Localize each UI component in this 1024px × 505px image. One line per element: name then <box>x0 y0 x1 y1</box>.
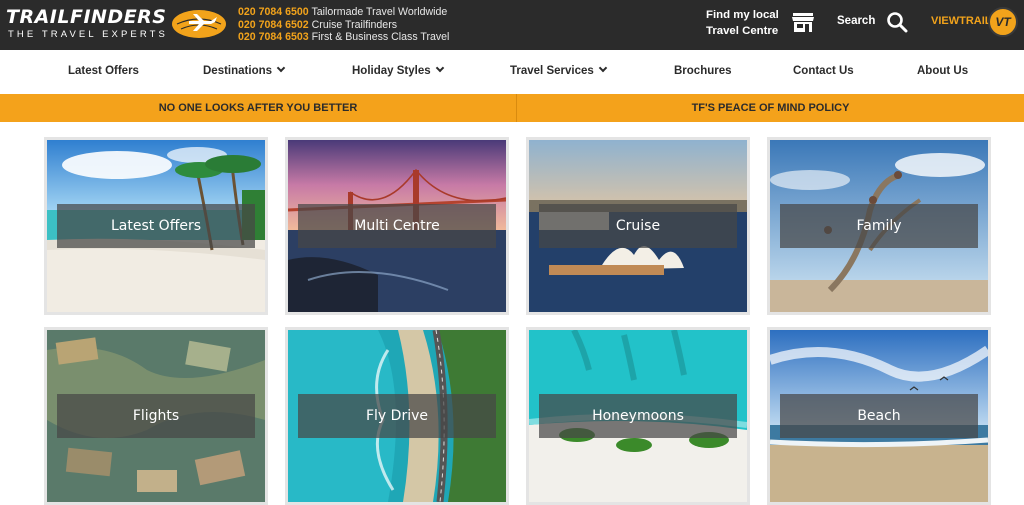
store-icon[interactable] <box>792 12 814 32</box>
nav-holiday-styles[interactable]: Holiday Styles <box>352 63 444 77</box>
tile-image: Family <box>770 140 988 312</box>
tile-multi-centre[interactable]: Multi Centre <box>285 137 509 315</box>
logo-tagline: THE TRAVEL EXPERTS <box>8 29 168 40</box>
tile-beach[interactable]: Beach <box>767 327 991 505</box>
chevron-down-icon <box>276 63 286 73</box>
tile-label: Family <box>780 204 978 248</box>
nav-contact-us[interactable]: Contact Us <box>793 65 854 77</box>
phone-list: 020 7084 6500 Tailormade Travel Worldwid… <box>238 6 449 44</box>
phone-line[interactable]: 020 7084 6503 First & Business Class Tra… <box>238 31 449 44</box>
search-icon[interactable] <box>886 11 908 33</box>
tile-image: Cruise <box>529 140 747 312</box>
top-bar: TRAILFINDERS THE TRAVEL EXPERTS 020 7084… <box>0 0 1024 50</box>
tile-image: Fly Drive <box>288 330 506 502</box>
tile-label: Beach <box>780 394 978 438</box>
trailfinders-logo[interactable]: TRAILFINDERS THE TRAVEL EXPERTS <box>6 6 226 44</box>
phone-line[interactable]: 020 7084 6500 Tailormade Travel Worldwid… <box>238 6 449 19</box>
promo-bar: NO ONE LOOKS AFTER YOU BETTER TF'S PEACE… <box>0 94 1024 122</box>
tile-image: Latest Offers <box>47 140 265 312</box>
tile-label: Flights <box>57 394 255 438</box>
nav-about-us[interactable]: About Us <box>917 65 968 77</box>
viewtrail-link[interactable]: VIEWTRAIL <box>931 15 992 27</box>
tile-label: Cruise <box>539 204 737 248</box>
chevron-down-icon <box>435 63 444 73</box>
search-label[interactable]: Search <box>837 15 875 27</box>
nav-travel-services[interactable]: Travel Services <box>510 63 608 77</box>
nav-latest-offers[interactable]: Latest Offers <box>68 65 139 77</box>
globe-plane-icon <box>172 10 226 38</box>
tile-label: Honeymoons <box>539 394 737 438</box>
phone-line[interactable]: 020 7084 6502 Cruise Trailfinders <box>238 19 449 32</box>
tile-latest-offers[interactable]: Latest Offers <box>44 137 268 315</box>
tile-label: Fly Drive <box>298 394 496 438</box>
promo-look-after-link[interactable]: NO ONE LOOKS AFTER YOU BETTER <box>0 94 516 122</box>
tile-image: Beach <box>770 330 988 502</box>
tile-family[interactable]: Family <box>767 137 991 315</box>
tile-image: Multi Centre <box>288 140 506 312</box>
tile-flights[interactable]: Flights <box>44 327 268 505</box>
tile-label: Latest Offers <box>57 204 255 248</box>
tile-cruise[interactable]: Cruise <box>526 137 750 315</box>
promo-peace-of-mind-link[interactable]: TF'S PEACE OF MIND POLICY <box>517 94 1024 122</box>
tile-fly-drive[interactable]: Fly Drive <box>285 327 509 505</box>
chevron-down-icon <box>598 63 608 73</box>
tile-image: Honeymoons <box>529 330 747 502</box>
find-local-travel-centre-link[interactable]: Find my local Travel Centre <box>706 7 779 39</box>
nav-destinations[interactable]: Destinations <box>203 63 286 77</box>
tile-honeymoons[interactable]: Honeymoons <box>526 327 750 505</box>
tile-label: Multi Centre <box>298 204 496 248</box>
logo-wordmark: TRAILFINDERS <box>6 6 167 28</box>
main-nav: Latest Offers Destinations Holiday Style… <box>0 50 1024 94</box>
viewtrail-badge-icon[interactable]: VT <box>988 7 1018 37</box>
nav-brochures[interactable]: Brochures <box>674 65 732 77</box>
tile-image: Flights <box>47 330 265 502</box>
